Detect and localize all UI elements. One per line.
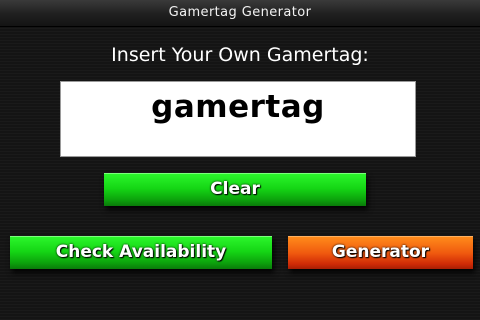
generator-button[interactable]: Generator — [288, 236, 473, 269]
check-availability-button[interactable]: Check Availability — [10, 236, 272, 269]
gamertag-prompt-label: Insert Your Own Gamertag: — [111, 44, 369, 66]
gamertag-input-value[interactable]: gamertag — [61, 82, 415, 132]
window-title: Gamertag Generator — [168, 5, 312, 20]
title-bar: Gamertag Generator — [0, 0, 480, 27]
app-screen: Gamertag Generator Insert Your Own Gamer… — [0, 0, 480, 320]
clear-button[interactable]: Clear — [104, 173, 366, 206]
gamertag-input[interactable]: gamertag — [60, 81, 416, 157]
